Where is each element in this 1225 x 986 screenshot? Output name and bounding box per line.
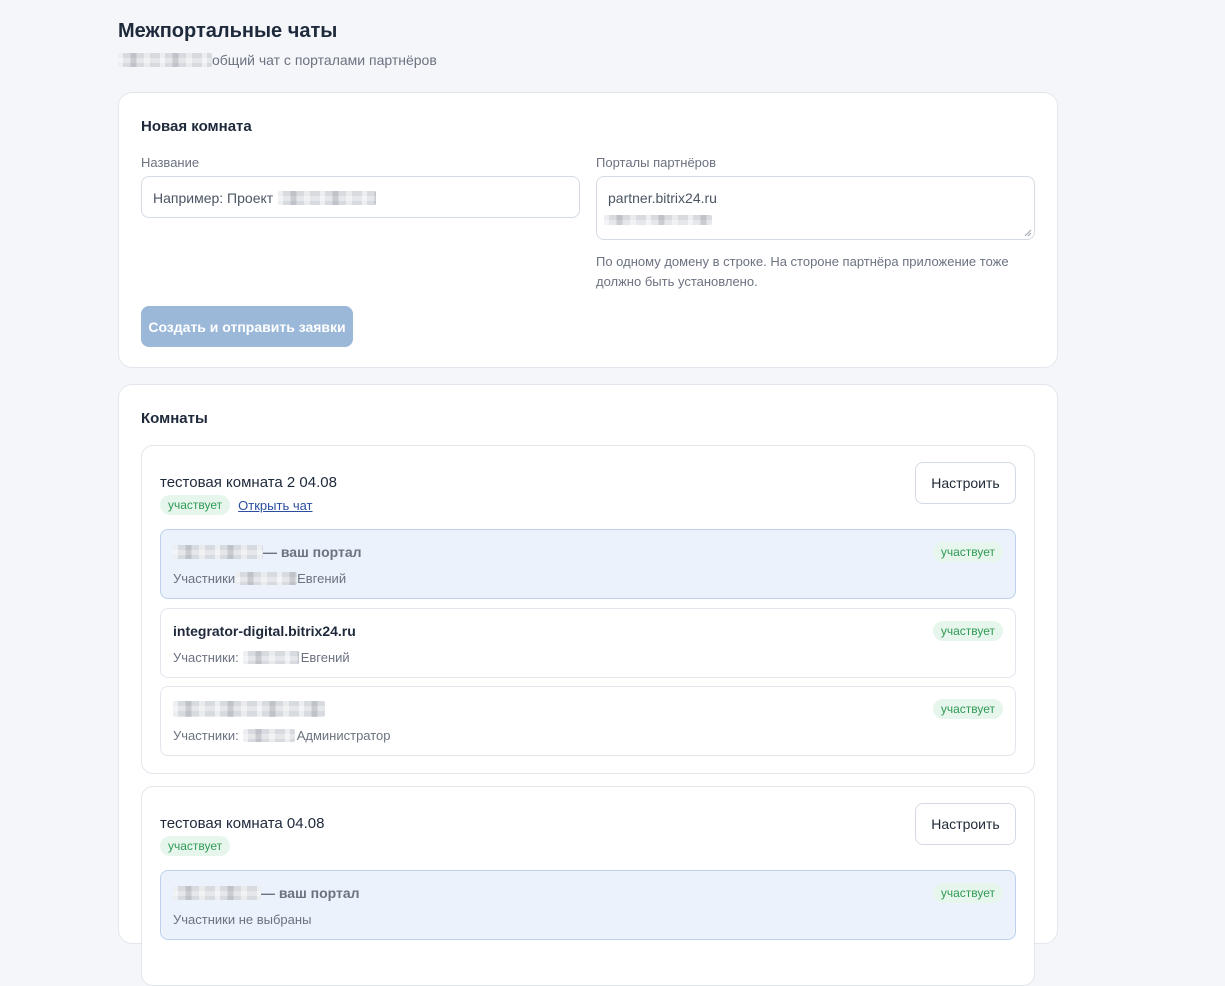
open-chat-link[interactable]: Открыть чат [238, 498, 312, 513]
configure-button[interactable]: Настроить [915, 803, 1016, 845]
partner-portals-label: Порталы партнёров [596, 155, 717, 170]
portal-row-own: — ваш портал Участники не выбраны участв… [160, 870, 1016, 940]
page-subtitle: общий чат с порталами партнёров [118, 52, 437, 68]
members-label: Участники: [173, 650, 239, 665]
portal-row: integrator-digital.bitrix24.ru Участники… [160, 608, 1016, 678]
create-and-send-button[interactable]: Создать и отправить заявки [141, 306, 353, 347]
portal-members: Участники: Евгений [173, 650, 350, 665]
new-room-title: Новая комната [141, 118, 252, 135]
redacted-placeholder-part [278, 191, 377, 205]
room-status-row: участвует [160, 836, 231, 856]
members-label: Участники [173, 571, 236, 586]
redacted-portal-line-2 [604, 215, 712, 225]
redacted-member-name [242, 651, 299, 664]
room-name-label: Название [141, 155, 200, 170]
page-title: Межпортальные чаты [118, 20, 338, 42]
room-name-placeholder: Например: Проект [153, 190, 274, 206]
room-name-input[interactable]: Например: Проект [141, 176, 580, 218]
portal-domain [173, 701, 325, 717]
redacted-own-domain [173, 886, 261, 900]
own-portal-label: — ваш портал [261, 885, 360, 901]
room-name: тестовая комната 2 04.08 [160, 474, 337, 491]
member-name: Евгений [297, 571, 347, 586]
member-name: Администратор [296, 728, 391, 743]
portal-domain: integrator-digital.bitrix24.ru [173, 623, 356, 639]
portal-status-badge: участвует [932, 699, 1003, 719]
room-status-badge: участвует [160, 836, 231, 856]
members-label: Участники: [173, 728, 239, 743]
portal-status-badge: участвует [932, 542, 1003, 562]
configure-button[interactable]: Настроить [915, 462, 1016, 504]
room-name-placeholder-row: Например: Проект [153, 190, 377, 206]
portal-row: Участники: Администратор участвует [160, 686, 1016, 756]
room-item: тестовая комната 2 04.08 участвует Откры… [141, 445, 1035, 774]
portal-status-badge: участвует [932, 621, 1003, 641]
rooms-card: Комнаты тестовая комната 2 04.08 участву… [118, 384, 1058, 986]
portal-members: Участники Евгений [173, 571, 346, 586]
portals-hint: По одному домену в строке. На стороне па… [596, 254, 1009, 289]
portal-title: — ваш портал [173, 885, 360, 901]
room-name: тестовая комната 04.08 [160, 815, 325, 832]
member-name: Евгений [300, 650, 350, 665]
page-subtitle-text: общий чат с порталами партнёров [212, 52, 437, 68]
resize-handle-icon[interactable] [1024, 229, 1032, 237]
redacted-portal-domain [173, 701, 325, 717]
room-status-row: участвует Открыть чат [160, 495, 313, 515]
members-label: Участники не выбраны [173, 912, 312, 927]
new-room-card: Новая комната Название Например: Проект … [118, 92, 1058, 368]
portal-members: Участники не выбраны [173, 912, 311, 927]
portal-members: Участники: Администратор [173, 728, 391, 743]
portal-status-badge: участвует [932, 883, 1003, 903]
partner-portals-textarea[interactable]: partner.bitrix24.ru [596, 176, 1035, 240]
partner-portals-line-1: partner.bitrix24.ru [608, 190, 717, 206]
redacted-member-name [242, 729, 295, 742]
redacted-own-domain [173, 545, 263, 559]
portal-title: — ваш портал [173, 544, 362, 560]
redacted-member-name [235, 572, 298, 585]
own-portal-label: — ваш портал [263, 544, 362, 560]
portal-row-own: — ваш портал Участники Евгений участвует [160, 529, 1016, 599]
room-status-badge: участвует [160, 495, 231, 515]
redacted-app-name [118, 53, 212, 67]
room-item: тестовая комната 04.08 участвует Настрои… [141, 786, 1035, 986]
rooms-title: Комнаты [141, 410, 208, 427]
